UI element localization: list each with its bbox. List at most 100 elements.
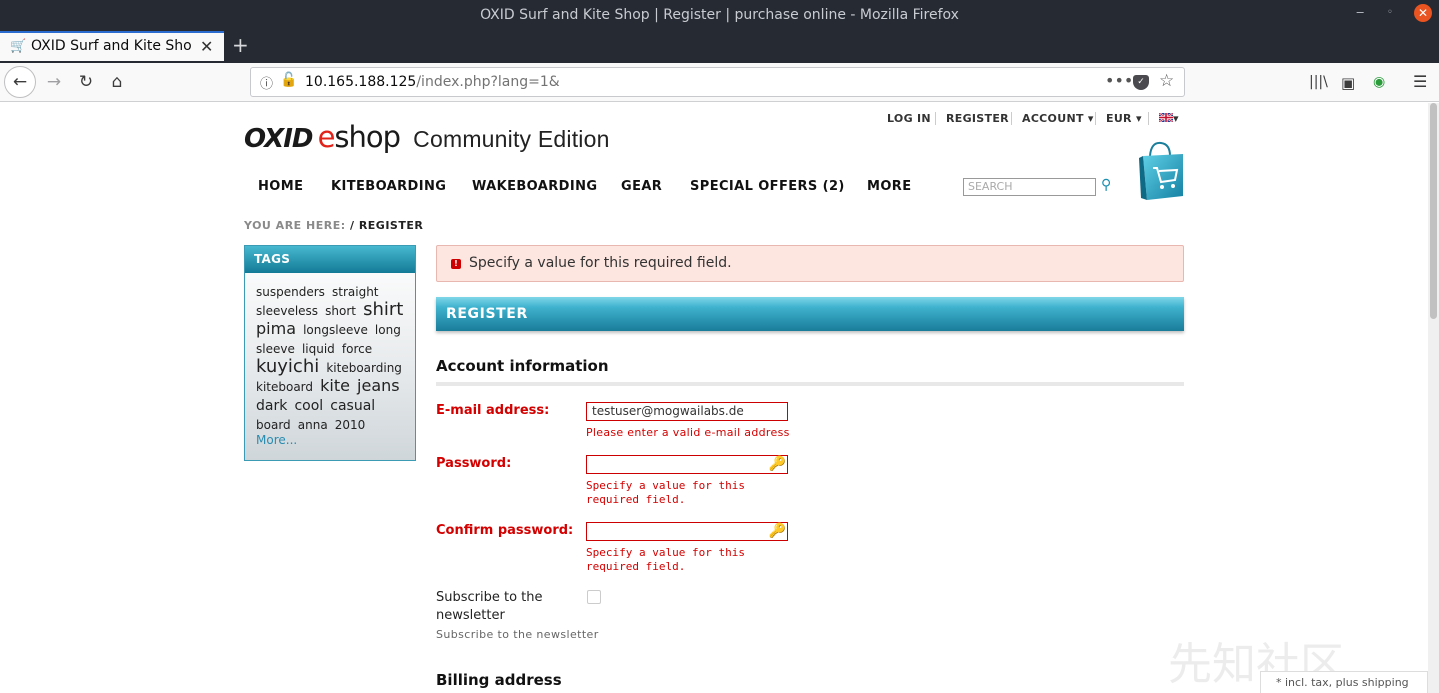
- tags-box: TAGS suspenders straight sleeveless shor…: [244, 245, 416, 461]
- tag-link[interactable]: force: [342, 342, 372, 356]
- tag-link[interactable]: cool: [294, 398, 323, 414]
- tag-link[interactable]: 2010: [335, 418, 366, 432]
- tag-link[interactable]: liquid: [302, 342, 335, 356]
- info-icon[interactable]: ⓘ: [260, 73, 273, 92]
- sidebar-toggle-icon[interactable]: ▣: [1341, 74, 1355, 92]
- tag-link[interactable]: short: [325, 304, 356, 318]
- tag-link[interactable]: pima: [256, 319, 296, 338]
- tag-link[interactable]: sleeve: [256, 342, 295, 356]
- email-error: Please enter a valid e-mail address: [586, 426, 790, 439]
- divider: [1095, 112, 1096, 125]
- language-caret: ▾: [1173, 112, 1179, 125]
- tags-more-link[interactable]: More...: [256, 433, 297, 447]
- minimize-icon[interactable]: ‒: [1356, 5, 1364, 20]
- nav-special-offers[interactable]: SPECIAL OFFERS (2): [690, 179, 845, 194]
- new-tab-button[interactable]: +: [232, 33, 249, 57]
- error-icon: !: [451, 259, 461, 269]
- tag-link[interactable]: kite: [320, 376, 350, 395]
- logo-e: e: [317, 120, 336, 154]
- extension-icon[interactable]: ◉: [1373, 74, 1385, 90]
- web-page: LOG IN REGISTER ACCOUNT ▾ EUR ▾ ▾ OXID e…: [0, 103, 1428, 693]
- divider: [935, 112, 936, 125]
- page-scrollbar[interactable]: [1428, 103, 1439, 693]
- nav-kiteboarding[interactable]: KITEBOARDING: [331, 179, 446, 194]
- tag-link[interactable]: jeans: [357, 376, 400, 395]
- back-button[interactable]: ←: [4, 66, 36, 98]
- account-info-heading: Account information: [436, 357, 609, 375]
- cart-favicon-icon: 🛒: [10, 39, 27, 54]
- email-field[interactable]: testuser@mogwailabs.de: [586, 402, 788, 421]
- subscribe-checkbox[interactable]: [587, 590, 601, 604]
- currency-dropdown[interactable]: EUR ▾: [1106, 112, 1142, 125]
- register-heading: REGISTER: [436, 297, 1184, 331]
- tag-link[interactable]: shirt: [363, 299, 403, 320]
- tag-link[interactable]: kiteboarding: [326, 361, 402, 375]
- window-title: OXID Surf and Kite Shop | Register | pur…: [480, 7, 959, 23]
- tag-link[interactable]: long: [375, 323, 401, 337]
- nav-more[interactable]: MORE: [867, 179, 911, 194]
- error-notice: ! Specify a value for this required fiel…: [436, 245, 1184, 282]
- url-text[interactable]: 10.165.188.125/index.php?lang=1&: [305, 74, 560, 90]
- login-link[interactable]: LOG IN: [887, 112, 931, 125]
- url-host: 10.165.188.125: [305, 74, 417, 90]
- tax-footnote: * incl. tax, plus shipping: [1260, 671, 1428, 693]
- bookmark-star-icon[interactable]: ☆: [1159, 71, 1174, 91]
- tag-link[interactable]: casual: [330, 398, 375, 414]
- register-link[interactable]: REGISTER: [946, 112, 1009, 125]
- shopping-cart-icon[interactable]: [1137, 140, 1185, 200]
- restore-icon[interactable]: ◦: [1387, 7, 1393, 18]
- arrow-right-icon: →: [46, 72, 62, 92]
- account-dropdown[interactable]: ACCOUNT ▾: [1022, 112, 1094, 125]
- error-message: Specify a value for this required field.: [469, 255, 732, 271]
- tag-link[interactable]: dark: [256, 398, 287, 414]
- shop-logo[interactable]: OXID eshop Community Edition: [244, 120, 610, 154]
- tab-title: OXID Surf and Kite Shop: [31, 38, 193, 54]
- tab-close-icon[interactable]: ✕: [200, 37, 213, 56]
- tag-cloud: suspenders straight sleeveless short shi…: [256, 282, 411, 434]
- tag-link[interactable]: anna: [298, 418, 328, 432]
- logo-edition: Community Edition: [413, 126, 610, 152]
- tag-link[interactable]: sleeveless: [256, 304, 318, 318]
- confirm-password-error: Specify a value for this required field.: [586, 546, 745, 573]
- nav-home[interactable]: HOME: [258, 179, 303, 194]
- search-input[interactable]: SEARCH: [963, 178, 1096, 196]
- reload-button[interactable]: ↻: [71, 67, 101, 97]
- home-button[interactable]: ⌂: [102, 67, 132, 97]
- section-divider: [436, 382, 1184, 386]
- subscribe-label: Subscribe to the newsletter: [436, 590, 543, 623]
- nav-wakeboarding[interactable]: WAKEBOARDING: [472, 179, 597, 194]
- tag-link[interactable]: kiteboard: [256, 380, 313, 394]
- language-dropdown[interactable]: ▾: [1158, 112, 1179, 125]
- confirm-password-field[interactable]: 🔑: [586, 522, 788, 541]
- close-window-icon[interactable]: ✕: [1414, 4, 1432, 22]
- breadcrumb-current[interactable]: / REGISTER: [350, 219, 423, 232]
- key-icon[interactable]: 🔑: [769, 456, 786, 472]
- key-icon[interactable]: 🔑: [769, 523, 786, 539]
- nav-gear[interactable]: GEAR: [621, 179, 662, 194]
- page-actions-button[interactable]: •••: [1105, 71, 1133, 90]
- logo-shop: shop: [334, 120, 401, 154]
- breadcrumb: YOU ARE HERE: / REGISTER: [244, 219, 423, 232]
- tag-link[interactable]: suspenders: [256, 285, 325, 299]
- forward-button[interactable]: →: [39, 67, 69, 97]
- url-bar[interactable]: ⓘ 🔓 10.165.188.125/index.php?lang=1& •••…: [250, 67, 1185, 97]
- divider: [1148, 112, 1149, 125]
- pocket-icon[interactable]: ✓: [1133, 75, 1149, 90]
- scrollbar-thumb[interactable]: [1430, 103, 1437, 319]
- menu-hamburger-icon[interactable]: ☰: [1413, 72, 1427, 91]
- home-icon: ⌂: [111, 72, 123, 92]
- tags-title: TAGS: [245, 246, 415, 273]
- tag-link[interactable]: straight: [332, 285, 379, 299]
- insecure-lock-icon[interactable]: 🔓: [280, 72, 297, 88]
- arrow-left-icon: ←: [12, 72, 28, 92]
- password-field[interactable]: 🔑: [586, 455, 788, 474]
- password-label: Password:: [436, 456, 512, 471]
- library-icon[interactable]: |||\: [1309, 74, 1328, 90]
- search-icon[interactable]: ⚲: [1101, 177, 1111, 193]
- uk-flag-icon: [1158, 112, 1174, 123]
- tag-link[interactable]: longsleeve: [303, 323, 368, 337]
- tab-active[interactable]: 🛒 OXID Surf and Kite Shop ✕: [0, 31, 224, 61]
- breadcrumb-label: YOU ARE HERE:: [244, 219, 346, 232]
- tag-link[interactable]: board: [256, 418, 291, 432]
- tag-link[interactable]: kuyichi: [256, 356, 319, 377]
